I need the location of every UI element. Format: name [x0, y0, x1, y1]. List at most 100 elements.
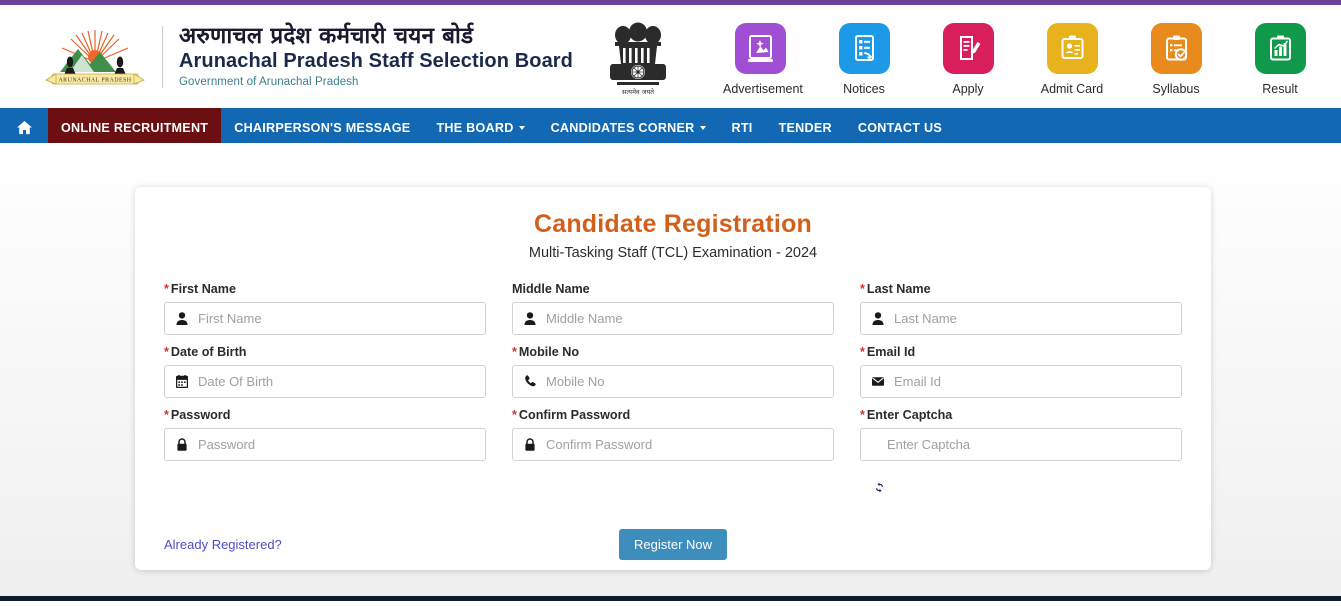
- field-confirm-password: * Confirm Password: [512, 408, 834, 498]
- apply-icon: [942, 23, 994, 74]
- arunachal-pradesh-state-emblem-icon: ARUNACHAL PRADESH: [40, 24, 150, 90]
- brand-divider: [162, 25, 163, 88]
- mobile-no-input[interactable]: [546, 366, 833, 397]
- page-body: Candidate Registration Multi-Tasking Sta…: [0, 143, 1341, 601]
- field-enter-captcha: * Enter Captcha: [860, 408, 1182, 498]
- form-footer: Already Registered? Register Now: [164, 529, 1182, 560]
- phone-icon: [513, 375, 546, 388]
- brand-subtitle: Government of Arunachal Pradesh: [179, 75, 359, 88]
- nav-item-online-recruitment[interactable]: ONLINE RECRUITMENT: [48, 108, 222, 147]
- field-last-name: * Last Name: [860, 282, 1182, 335]
- bottom-accent-strip: [0, 596, 1341, 601]
- input-wrapper: [860, 365, 1182, 398]
- input-wrapper: [512, 365, 834, 398]
- captcha-input[interactable]: [861, 429, 1181, 460]
- field-first-name: * First Name: [164, 282, 486, 335]
- quick-links-bar: Advertisement Notices Apply Admit Card S…: [723, 17, 1317, 96]
- quicklink-label: Advertisement: [723, 82, 803, 96]
- password-input[interactable]: [198, 429, 485, 460]
- nav-item-contact-us[interactable]: CONTACT US: [845, 108, 955, 147]
- input-wrapper: [164, 365, 486, 398]
- quicklink-label: Apply: [952, 82, 984, 96]
- middle-name-input[interactable]: [546, 303, 833, 334]
- nav-label: RTI: [731, 120, 753, 135]
- input-wrapper: [164, 428, 486, 461]
- registration-card: Candidate Registration Multi-Tasking Sta…: [135, 187, 1211, 570]
- quicklink-admit-card[interactable]: Admit Card: [1035, 23, 1109, 96]
- quicklink-notices[interactable]: Notices: [827, 23, 901, 96]
- page-title: Candidate Registration: [533, 210, 813, 238]
- brand-text: अरुणाचल प्रदेश कर्मचारी चयन बोर्ड Arunac…: [179, 24, 573, 88]
- national-emblem-caption: सत्यमेव जयते: [622, 88, 654, 96]
- chevron-down-icon: [699, 125, 706, 130]
- input-wrapper: [164, 302, 486, 335]
- nav-label: CHAIRPERSON'S MESSAGE: [234, 120, 411, 135]
- envelope-icon: [861, 375, 894, 388]
- date-of-birth-input[interactable]: [198, 366, 485, 397]
- first-name-input[interactable]: [198, 303, 485, 334]
- quicklink-result[interactable]: Result: [1243, 23, 1317, 96]
- field-email-id: * Email Id: [860, 345, 1182, 398]
- brand-title-hindi: अरुणाचल प्रदेश कर्मचारी चयन बोर्ड: [179, 23, 474, 50]
- state-emblem-caption: ARUNACHAL PRADESH: [58, 77, 131, 83]
- register-now-button[interactable]: Register Now: [618, 529, 728, 560]
- quicklink-label: Notices: [843, 82, 885, 96]
- refresh-captcha-icon[interactable]: [860, 476, 884, 498]
- nav-label: TENDER: [778, 120, 832, 135]
- calendar-icon: [165, 375, 198, 388]
- user-icon: [861, 312, 894, 325]
- nav-item-rti[interactable]: RTI: [719, 108, 766, 147]
- confirm-password-input[interactable]: [546, 429, 833, 460]
- page-subtitle: Multi-Tasking Staff (TCL) Examination - …: [528, 245, 818, 261]
- home-icon[interactable]: [0, 108, 48, 147]
- notices-icon: [838, 23, 890, 74]
- chevron-down-icon: [518, 125, 525, 130]
- input-wrapper: [512, 302, 834, 335]
- required-marker: *: [512, 345, 517, 359]
- main-navigation: ONLINE RECRUITMENT CHAIRPERSON'S MESSAGE…: [0, 108, 1341, 147]
- field-label: * Enter Captcha: [860, 408, 953, 422]
- user-icon: [165, 312, 198, 325]
- email-id-input[interactable]: [894, 366, 1181, 397]
- quicklink-advertisement[interactable]: Advertisement: [723, 23, 803, 96]
- required-marker: *: [860, 282, 865, 296]
- site-header: ARUNACHAL PRADESH अरुणाचल प्रदेश कर्मचार…: [0, 5, 1341, 108]
- brand-block: ARUNACHAL PRADESH अरुणाचल प्रदेश कर्मचार…: [0, 24, 573, 90]
- field-label: * First Name: [164, 282, 236, 296]
- quicklink-syllabus[interactable]: Syllabus: [1139, 23, 1213, 96]
- nav-item-tender[interactable]: TENDER: [766, 108, 845, 147]
- lock-icon: [513, 438, 546, 451]
- nav-label: CONTACT US: [857, 120, 942, 135]
- last-name-input[interactable]: [894, 303, 1181, 334]
- quicklink-label: Admit Card: [1040, 82, 1104, 96]
- required-marker: *: [860, 408, 865, 422]
- field-label: * Confirm Password: [512, 408, 631, 422]
- syllabus-icon: [1150, 23, 1202, 74]
- input-wrapper: [512, 428, 834, 461]
- quicklink-apply[interactable]: Apply: [931, 23, 1005, 96]
- field-mobile-no: * Mobile No: [512, 345, 834, 398]
- already-registered-link[interactable]: Already Registered?: [164, 537, 282, 552]
- nav-label: CANDIDATES CORNER: [550, 120, 695, 135]
- nav-item-candidates-corner[interactable]: CANDIDATES CORNER: [538, 108, 719, 147]
- field-label: Middle Name: [512, 282, 590, 296]
- field-label: * Mobile No: [512, 345, 580, 359]
- field-date-of-birth: * Date of Birth: [164, 345, 486, 398]
- india-national-emblem-icon: सत्यमेव जयते: [603, 16, 673, 98]
- field-password: * Password: [164, 408, 486, 498]
- field-label: * Email Id: [860, 345, 916, 359]
- field-label: * Password: [164, 408, 231, 422]
- required-marker: *: [164, 345, 169, 359]
- quicklink-label: Syllabus: [1152, 82, 1200, 96]
- admit-card-icon: [1046, 23, 1098, 74]
- input-wrapper: [860, 302, 1182, 335]
- required-marker: *: [860, 345, 865, 359]
- field-label: * Last Name: [860, 282, 931, 296]
- brand-title-english: Arunachal Pradesh Staff Selection Board: [179, 50, 573, 73]
- nav-label: ONLINE RECRUITMENT: [61, 120, 209, 135]
- registration-form: *First Name Middle Name: [135, 282, 1211, 508]
- nav-label: THE BOARD: [436, 120, 514, 135]
- advertisement-icon: [734, 23, 786, 74]
- nav-item-the-board[interactable]: THE BOARD: [423, 108, 537, 147]
- nav-item-chairpersons-message[interactable]: CHAIRPERSON'S MESSAGE: [221, 108, 423, 147]
